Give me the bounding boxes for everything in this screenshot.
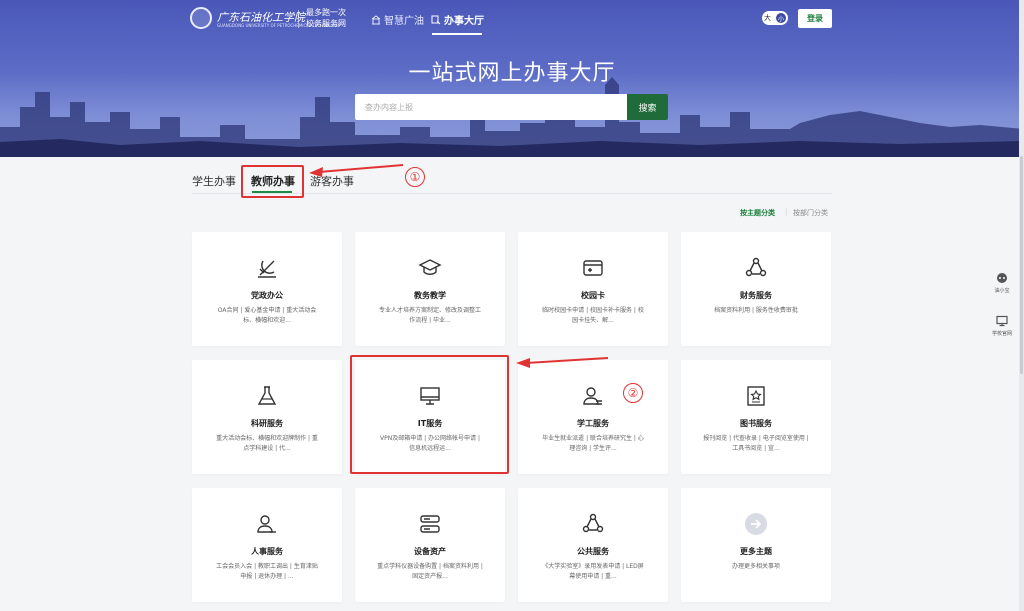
card-public-service[interactable]: 公共服务 《大学实验室》录用发表申请 | LED屏幕使用申请 | 重... (518, 488, 668, 602)
search-input[interactable] (355, 94, 627, 120)
card-title: 教务教学 (414, 291, 446, 300)
search-button[interactable]: 搜索 (627, 94, 668, 120)
card-finance[interactable]: 财务服务 档案资料利用 | 服务性收费审批 (681, 232, 831, 346)
book-icon (747, 386, 765, 406)
desktop-icon (996, 315, 1008, 327)
card-more-topics[interactable]: 更多主题 办理更多相关事项 (681, 488, 831, 602)
side-official-site-label: 学校官网 (991, 331, 1012, 337)
card-research[interactable]: 科研服务 重大活动会标、横幅和欢迎牌制作 | 重点学科建设 | 代... (192, 360, 342, 474)
student-icon (583, 387, 602, 405)
side-official-site[interactable]: 学校官网 (983, 315, 1021, 337)
card-desc: 临时校园卡申请 | 校园卡补卡服务 | 校园卡挂失、解... (542, 307, 644, 324)
card-desc: 毕业生就业派遣 | 联合培养研究生 | 心理咨询 | 学生评... (542, 435, 644, 452)
card-academic-affairs[interactable]: 教务教学 专业人才培养方案制定、修改及调整工作流程 | 毕业... (355, 232, 505, 346)
card-desc: OA合同 | 爱心基金申请 | 重大活动会标、横幅和欢迎... (217, 307, 317, 324)
font-size-small-knob: 小 (776, 13, 786, 23)
nav-active-indicator (432, 33, 482, 35)
card-desc: 办理更多相关事项 (731, 563, 780, 570)
slogan-line1: 最多跑一次 (306, 8, 346, 17)
card-desc: 重大活动会标、横幅和欢迎牌制作 | 重点学科建设 | 代... (216, 435, 318, 452)
building-icon (371, 14, 381, 24)
card-title: 学工服务 (577, 419, 609, 428)
card-equipment[interactable]: 设备资产 重点学科仪器设备购置 | 档案资料利用 | 固定资产报... (355, 488, 505, 602)
card-hr[interactable]: 人事服务 工会会员入会 | 教职工调出 | 生育津贴申报 | 退休办理 | ..… (192, 488, 342, 602)
card-desc: 工会会员入会 | 教职工调出 | 生育津贴申报 | 退休办理 | ... (216, 563, 318, 580)
robot-icon (997, 273, 1007, 283)
hero-banner: 广东石油化工学院 GUANGDONG UNIVERSITY OF PETROCH… (0, 0, 1024, 157)
flask-icon (257, 386, 277, 405)
card-campus-card[interactable]: 校园卡 临时校园卡申请 | 校园卡补卡服务 | 校园卡挂失、解... (518, 232, 668, 346)
user-edit-icon (257, 515, 276, 533)
annotation-arrow-2 (516, 357, 609, 368)
annotation-box-it-service (350, 355, 509, 474)
font-size-large-label: 大 (764, 14, 771, 22)
classify-by-department[interactable]: 按部门分类 (793, 208, 828, 218)
card-title: 校园卡 (581, 291, 605, 300)
annotation-number-2: ② (623, 383, 643, 403)
slogan: 最多跑一次 校务服务网 (306, 7, 346, 29)
finance-icon (745, 257, 767, 277)
classify-by-topic[interactable]: 按主题分类 (740, 208, 775, 218)
nav-service-hall-label: 办事大厅 (444, 16, 484, 27)
card-title: 人事服务 (251, 547, 283, 556)
card-desc: 报刊阅览 | 代查收录 | 电子阅览室使用 | 工具书阅览 | 宣... (703, 435, 809, 452)
card-library[interactable]: 图书服务 报刊阅览 | 代查收录 | 电子阅览室使用 | 工具书阅览 | 宣..… (681, 360, 831, 474)
card-title: 设备资产 (414, 547, 446, 556)
school-logo-icon (190, 7, 212, 29)
nav-service-hall[interactable]: 办事大厅 (431, 12, 484, 27)
arrow-right-circle-icon (745, 513, 767, 535)
nav-smart-gdupt-label: 智慧广油 (384, 16, 424, 27)
card-title: 财务服务 (740, 291, 772, 300)
top-navbar: 广东石油化工学院 GUANGDONG UNIVERSITY OF PETROCH… (0, 0, 1024, 36)
annotation-number-1: ① (405, 167, 425, 187)
classify-separator: | (785, 208, 788, 216)
card-desc: 档案资料利用 | 服务性收费审批 (714, 307, 798, 314)
card-title: 更多主题 (740, 547, 772, 556)
hall-icon (431, 15, 441, 24)
side-assistant[interactable]: 油小宝 (983, 272, 1021, 294)
nav-smart-gdupt[interactable]: 智慧广油 (371, 12, 424, 27)
tab-student[interactable]: 学生办事 (192, 173, 236, 189)
card-desc: 《大学实验室》录用发表申请 | LED屏幕使用申请 | 重... (542, 563, 644, 580)
annotation-arrow-1 (309, 164, 404, 177)
server-icon (420, 515, 440, 533)
card-student-affairs[interactable]: 学工服务 毕业生就业派遣 | 联合培养研究生 | 心理咨询 | 学生评... (518, 360, 668, 474)
scrollbar-thumb[interactable] (1020, 156, 1023, 374)
content-area (0, 157, 1024, 611)
card-title: 科研服务 (251, 419, 283, 428)
page-title: 一站式网上办事大厅 (408, 61, 616, 86)
card-icon (583, 260, 603, 276)
card-desc: 重点学科仪器设备购置 | 档案资料利用 | 固定资产报... (377, 563, 483, 580)
graduation-cap-icon (418, 259, 442, 275)
header-divider (298, 10, 299, 28)
card-title: 党政办公 (251, 291, 283, 300)
card-party-office[interactable]: 党政办公 OA合同 | 爱心基金申请 | 重大活动会标、横幅和欢迎... (192, 232, 342, 346)
slogan-line2: 校务服务网 (306, 19, 346, 28)
side-assistant-label: 油小宝 (994, 288, 1010, 294)
card-title: 公共服务 (577, 547, 609, 556)
party-icon (258, 260, 276, 278)
card-desc: 专业人才培养方案制定、修改及调整工作流程 | 毕业... (378, 307, 481, 324)
network-icon (582, 513, 604, 533)
font-size-toggle[interactable]: 大 小 (762, 11, 788, 25)
annotation-box-teacher-tab (241, 165, 304, 198)
login-button[interactable]: 登录 (798, 9, 832, 28)
card-title: 图书服务 (740, 419, 772, 428)
